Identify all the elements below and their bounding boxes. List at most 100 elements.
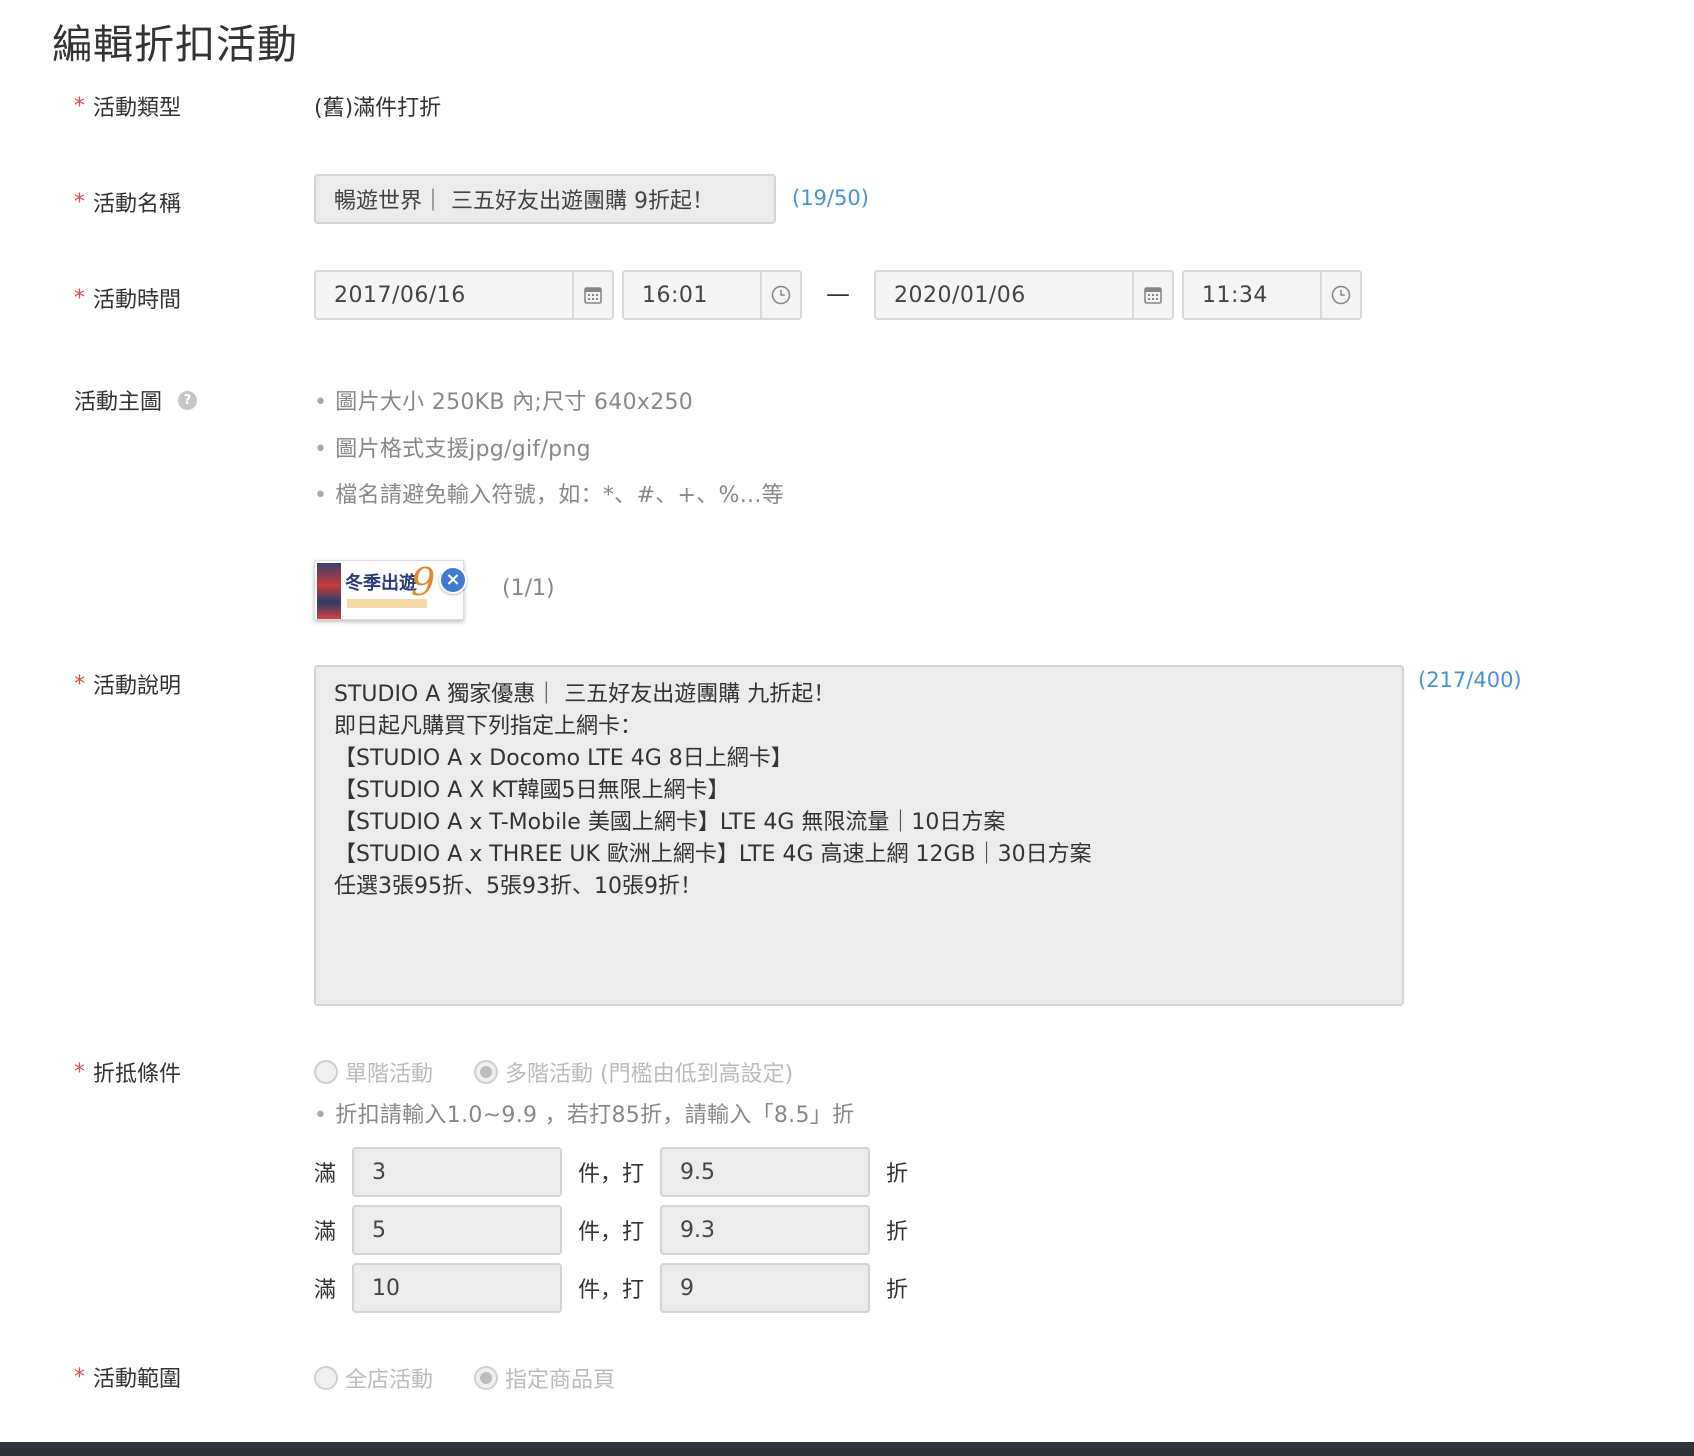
description-line: 【STUDIO A x T-Mobile 美國上網卡】LTE 4G 無限流量｜1… [334,810,1006,835]
start-time-field[interactable]: 16:01 [622,270,802,320]
description-line: 【STUDIO A X KT韓國5日無限上網卡】 [334,778,730,803]
required-mark: * [74,189,85,215]
tier-discount-value: 9.5 [680,1159,716,1185]
thumbnail-product-strip [317,563,341,619]
tier-suffix: 折 [886,1278,909,1303]
tier-suffix: 折 [886,1220,909,1245]
tier-middle: 件，打 [578,1220,645,1245]
clock-icon [1331,285,1351,305]
tier-middle: 件，打 [578,1162,645,1187]
thumbnail-nine: 9 [411,560,436,604]
end-date-calendar-button[interactable] [1132,272,1172,318]
remove-image-icon[interactable]: × [439,566,467,594]
tier-discount-value: 9 [680,1275,695,1301]
activity-time-label: * 活動時間 [74,282,181,314]
tier-qty-input[interactable]: 5 [352,1205,562,1255]
scope-option-product-label: 指定商品頁 [505,1368,616,1393]
image-note: 圖片格式支援jpg/gif/png [314,431,591,463]
tier-qty-input[interactable]: 10 [352,1263,562,1313]
condition-option-single-label: 單階活動 [345,1062,434,1087]
tier-row: 滿 5 件，打 9.3 折 [314,1205,908,1255]
scope-option-store-label: 全店活動 [345,1368,434,1393]
activity-description-textarea[interactable]: STUDIO A 獨家優惠｜ 三五好友出遊團購 九折起！ 即日起凡購買下列指定上… [314,665,1404,1006]
start-date-field[interactable]: 2017/06/16 [314,270,614,320]
description-line: 【STUDIO A x THREE UK 歐洲上網卡】LTE 4G 高速上網 1… [334,842,1092,867]
scope-option-product[interactable]: 指定商品頁 [474,1362,615,1394]
description-line: 【STUDIO A x Docomo LTE 4G 8日上網卡】 [334,746,793,771]
image-count: (1/1) [502,576,555,601]
discount-condition-label: * 折抵條件 [74,1056,181,1088]
radio-store[interactable] [314,1366,338,1390]
condition-option-multi-label: 多階活動 (門檻由低到高設定) [505,1062,794,1087]
page-title: 編輯折扣活動 [52,22,298,68]
end-time-clock-button[interactable] [1320,272,1360,318]
image-note: 圖片大小 250KB 內;尺寸 640x250 [314,384,693,416]
clock-icon [771,285,791,305]
activity-type-label: * 活動類型 [74,90,181,122]
activity-type-value: (舊)滿件打折 [314,96,442,121]
required-mark: * [74,285,85,311]
tier-qty-input[interactable]: 3 [352,1147,562,1197]
tier-prefix: 滿 [314,1162,337,1187]
activity-description-counter: (217/400) [1418,668,1522,692]
activity-image-label: 活動主圖 ? [74,384,198,416]
activity-image-label-text: 活動主圖 [74,390,163,415]
radio-single[interactable] [314,1060,338,1084]
required-mark: * [74,93,85,119]
activity-image-thumbnail[interactable]: 冬季出遊 9 [314,560,464,620]
radio-multi[interactable] [474,1060,498,1084]
activity-type-label-text: 活動類型 [93,96,182,121]
activity-scope-label-text: 活動範圍 [93,1367,182,1392]
activity-name-counter: (19/50) [792,186,869,210]
tier-discount-input[interactable]: 9.5 [660,1147,871,1197]
end-date-field[interactable]: 2020/01/06 [874,270,1174,320]
tier-prefix: 滿 [314,1278,337,1303]
required-mark: * [74,671,85,697]
activity-description-label: * 活動說明 [74,668,181,700]
tier-row: 滿 10 件，打 9 折 [314,1263,908,1313]
end-date-value[interactable]: 2020/01/06 [876,272,1132,318]
tier-qty-value: 3 [372,1159,386,1185]
activity-name-value: 暢遊世界｜ 三五好友出遊團購 9折起！ [334,189,714,214]
thumbnail-subtitle-band [347,599,427,608]
radio-product[interactable] [474,1366,498,1390]
required-mark: * [74,1059,85,1085]
start-date-value[interactable]: 2017/06/16 [316,272,572,318]
tier-prefix: 滿 [314,1220,337,1245]
tier-middle: 件，打 [578,1278,645,1303]
activity-scope-label: * 活動範圍 [74,1361,181,1393]
condition-note: 折扣請輸入1.0~9.9 ，若打85折，請輸入「8.5」折 [314,1097,854,1129]
tier-qty-value: 10 [372,1275,400,1301]
end-time-field[interactable]: 11:34 [1182,270,1362,320]
tier-discount-value: 9.3 [680,1217,716,1243]
activity-description-label-text: 活動說明 [93,674,182,699]
tier-discount-input[interactable]: 9.3 [660,1205,871,1255]
condition-option-multi[interactable]: 多階活動 (門檻由低到高設定) [474,1056,793,1088]
scope-option-store[interactable]: 全店活動 [314,1362,433,1394]
page-footer [0,1442,1694,1456]
calendar-icon [584,287,602,304]
description-line: STUDIO A 獨家優惠｜ 三五好友出遊團購 九折起！ [334,682,836,707]
discount-condition-label-text: 折抵條件 [93,1062,182,1087]
question-circle-icon[interactable]: ? [178,390,198,410]
tier-qty-value: 5 [372,1217,386,1243]
tier-suffix: 折 [886,1162,909,1187]
thumbnail-title: 冬季出遊 [345,573,417,594]
time-range-dash: — [826,280,850,308]
required-mark: * [74,1364,85,1390]
description-line: 任選3張95折、5張93折、10張9折！ [334,874,702,899]
activity-name-input[interactable]: 暢遊世界｜ 三五好友出遊團購 9折起！ [314,174,776,224]
activity-name-label-text: 活動名稱 [93,192,182,217]
description-line: 即日起凡購買下列指定上網卡： [334,714,643,739]
condition-option-single[interactable]: 單階活動 [314,1056,433,1088]
image-note: 檔名請避免輸入符號，如：*、#、+、%...等 [314,477,784,509]
activity-time-label-text: 活動時間 [93,288,182,313]
end-time-value[interactable]: 11:34 [1184,272,1320,318]
start-time-clock-button[interactable] [760,272,800,318]
start-time-value[interactable]: 16:01 [624,272,760,318]
calendar-icon [1144,287,1162,304]
tier-discount-input[interactable]: 9 [660,1263,871,1313]
tier-row: 滿 3 件，打 9.5 折 [314,1147,908,1197]
start-date-calendar-button[interactable] [572,272,612,318]
activity-name-label: * 活動名稱 [74,186,181,218]
